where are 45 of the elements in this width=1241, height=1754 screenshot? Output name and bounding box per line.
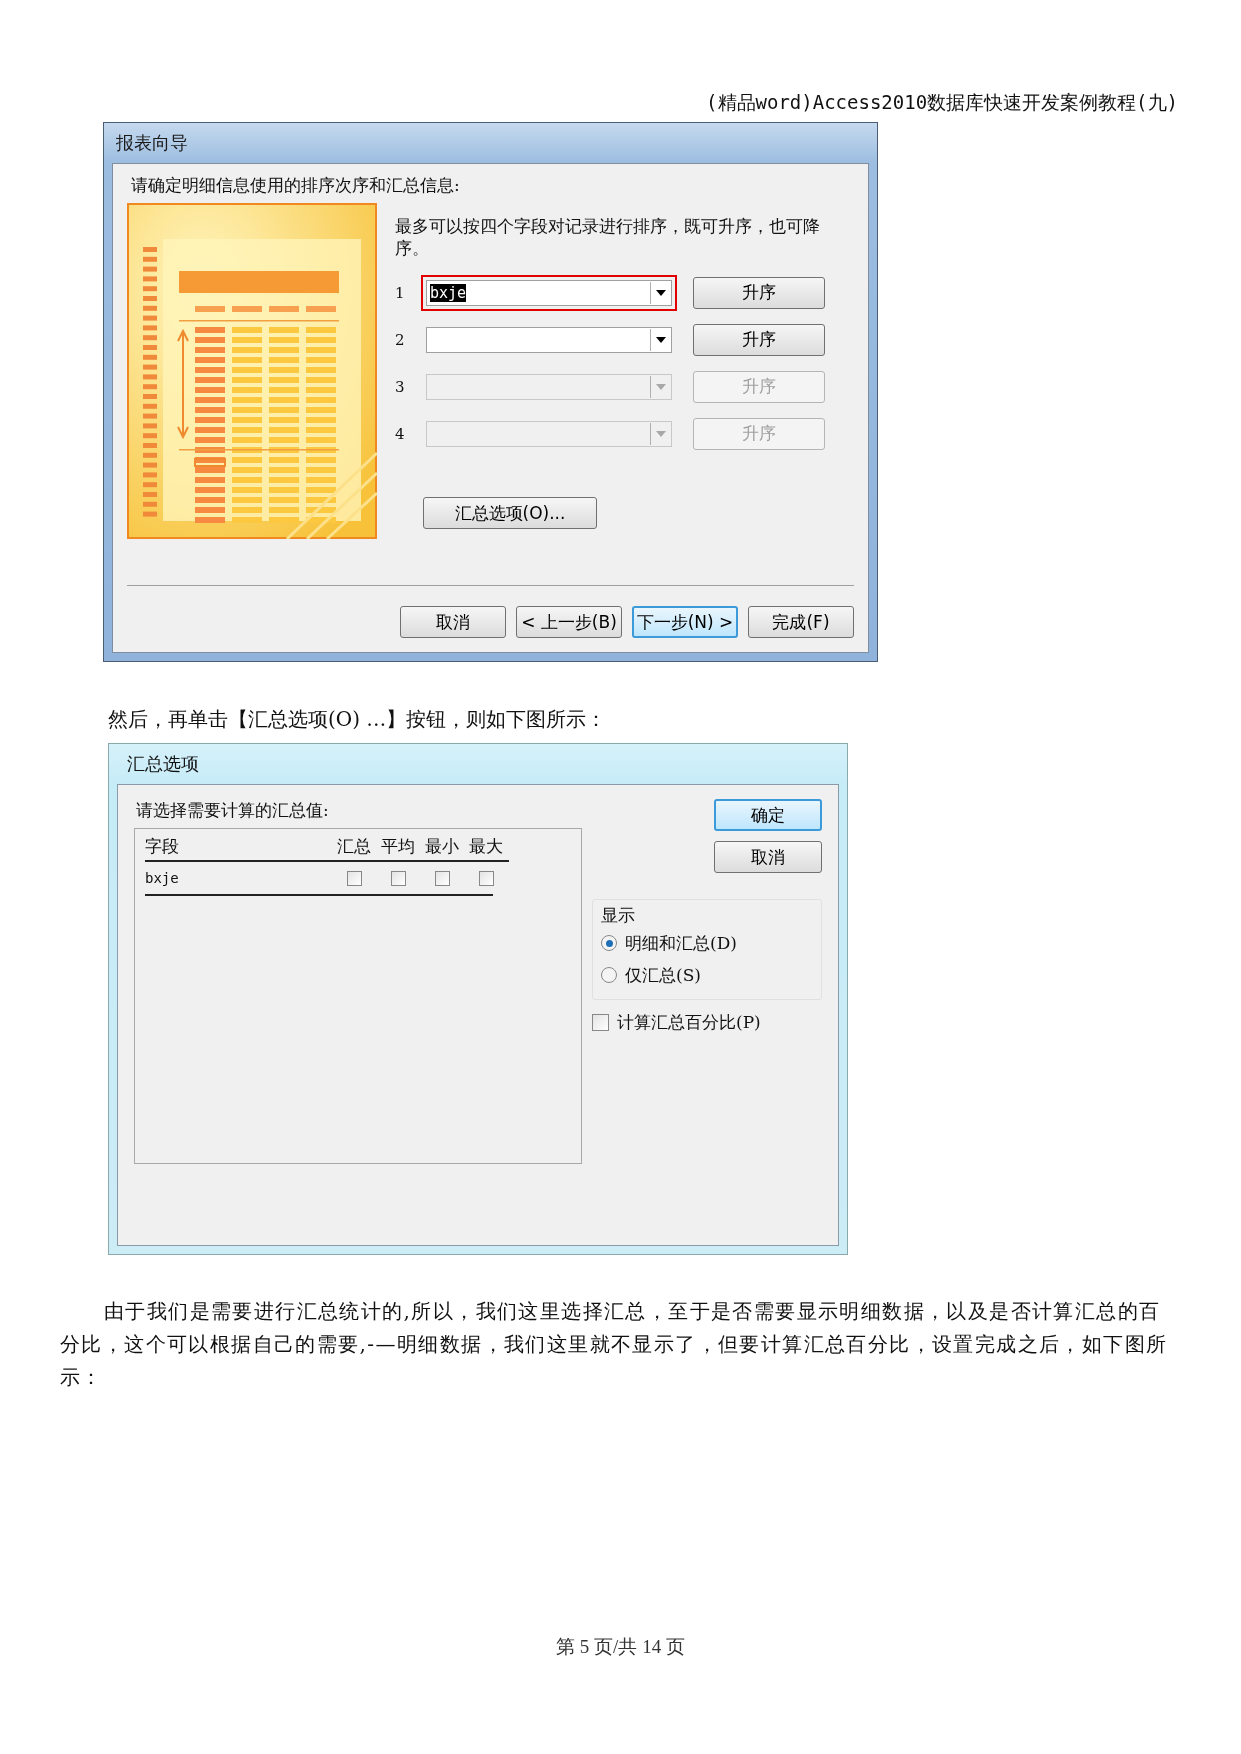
- radio-label: 明细和汇总(D): [625, 931, 737, 955]
- cancel-button[interactable]: 取消: [714, 841, 822, 873]
- field-name: bxje: [145, 870, 180, 886]
- caret-icon: [656, 336, 666, 343]
- checkbox[interactable]: [346, 870, 362, 886]
- instruction-text: 请选择需要计算的汇总值:: [136, 799, 330, 822]
- caret-icon: [656, 289, 666, 296]
- body-paragraph: 由于我们是需要进行汇总统计的,所以，我们这里选择汇总，至于是否需要显示明细数据，以及是否计算汇总的百分比，这个可以根据自己的需要,-—明细数据，我们这里就不显示了，但要计算汇总百分比，设置完成之后，如下图所示：: [60, 1298, 1169, 1391]
- group-label: 显示: [601, 904, 636, 927]
- page-header: (精品word)Access2010数据库快速开发案例教程(九): [706, 91, 1178, 113]
- row-number: 4: [395, 424, 406, 443]
- page-footer: 第 5 页/共 14 页: [556, 1636, 685, 1657]
- radio-button[interactable]: [601, 935, 617, 951]
- wizard-button[interactable]: 取消: [400, 606, 506, 638]
- instruction-text: 请确定明细信息使用的排序次序和汇总信息:: [131, 174, 461, 197]
- column-header: 最小: [424, 835, 460, 858]
- checkbox[interactable]: [390, 870, 406, 886]
- column-header: 字段: [145, 835, 180, 858]
- row-number: 3: [395, 377, 406, 396]
- column-header: 汇总: [336, 835, 372, 858]
- sort-order-button[interactable]: 升序: [693, 276, 825, 309]
- checkbox[interactable]: [592, 1013, 609, 1031]
- ok-button[interactable]: 确定: [714, 799, 822, 831]
- column-header: 平均: [380, 835, 416, 858]
- caption-text: 然后，再单击【汇总选项(O) …】按钮，则如下图所示：: [108, 706, 608, 733]
- dialog-title: 汇总选项: [126, 752, 200, 776]
- wizard-button[interactable]: 下一步(N) >: [632, 606, 738, 638]
- instruction-text: 最多可以按四个字段对记录进行排序，既可升序，也可降序。: [395, 215, 821, 259]
- sort-field-dropdown[interactable]: [426, 326, 672, 353]
- dialog-title: 报表向导: [115, 131, 189, 155]
- checkbox[interactable]: [478, 870, 494, 886]
- checkbox-label: 计算汇总百分比(P): [617, 1010, 761, 1034]
- caret-icon: [656, 383, 666, 390]
- sort-field-dropdown[interactable]: bxje: [426, 279, 672, 306]
- column-header: 最大: [468, 835, 504, 858]
- caret-icon: [656, 430, 666, 437]
- row-number: 2: [395, 330, 406, 349]
- radio-label: 仅汇总(S): [625, 963, 701, 987]
- wizard-button[interactable]: < 上一步(B): [516, 606, 622, 638]
- radio-button[interactable]: [601, 967, 617, 983]
- summary-options-button[interactable]: 汇总选项(O)...: [423, 497, 597, 529]
- row-number: 1: [395, 283, 406, 302]
- wizard-button[interactable]: 完成(F): [748, 606, 854, 638]
- checkbox[interactable]: [434, 870, 450, 886]
- sort-order-button[interactable]: 升序: [693, 323, 825, 356]
